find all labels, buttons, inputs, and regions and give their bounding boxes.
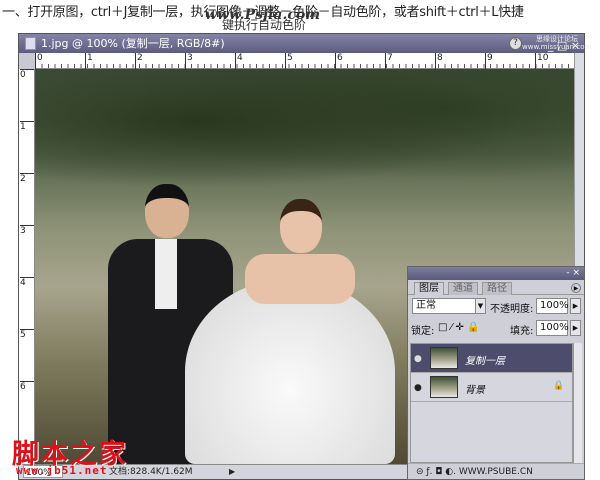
eye-icon[interactable]: ● bbox=[414, 383, 422, 393]
ruler-tick-label: 4 bbox=[20, 277, 34, 288]
opacity-input[interactable]: 100% bbox=[536, 298, 569, 314]
lock-icon: 🔒 bbox=[553, 381, 565, 391]
panel-titlebar[interactable]: - × bbox=[408, 267, 584, 280]
eye-icon[interactable]: ● bbox=[414, 354, 422, 364]
photo-bride bbox=[185, 189, 395, 464]
layer-thumbnail bbox=[430, 347, 458, 369]
ruler-tick-label: 3 bbox=[185, 53, 193, 69]
status-menu-arrow[interactable]: ▶ bbox=[229, 465, 235, 479]
ruler-tick-label: 6 bbox=[20, 381, 34, 392]
ruler-tick-label: 1 bbox=[85, 53, 93, 69]
fill-slider-arrow[interactable]: ▶ bbox=[570, 320, 581, 336]
ruler-horizontal[interactable]: 0 1 2 3 4 5 6 7 8 9 10 bbox=[35, 53, 574, 69]
ruler-tick-label: 9 bbox=[485, 53, 493, 69]
layers-scrollbar[interactable] bbox=[573, 343, 582, 463]
ruler-tick-label: 8 bbox=[435, 53, 443, 69]
ruler-tick-label: 7 bbox=[385, 53, 393, 69]
tab-paths[interactable]: 路径 bbox=[482, 282, 512, 295]
ruler-tick-label: 0 bbox=[35, 53, 43, 69]
ruler-tick-label: 4 bbox=[235, 53, 243, 69]
tab-layers[interactable]: 图层 bbox=[414, 282, 444, 295]
ruler-tick-label: 1 bbox=[20, 121, 34, 132]
ruler-tick-label: 5 bbox=[20, 329, 34, 340]
ruler-tick-label: 10 bbox=[535, 53, 548, 69]
layer-row-background[interactable]: ● 背景 🔒 bbox=[411, 373, 572, 402]
tab-channels[interactable]: 通道 bbox=[448, 282, 478, 295]
fill-label: 填充: bbox=[510, 326, 534, 337]
ruler-vertical[interactable]: 0 1 2 3 4 5 6 bbox=[19, 69, 35, 464]
ruler-tick-label: 5 bbox=[285, 53, 293, 69]
help-icon[interactable]: ? bbox=[509, 37, 522, 50]
ruler-tick-label: 2 bbox=[20, 173, 34, 184]
layer-name: 背景 bbox=[465, 385, 485, 396]
layers-list: ● 复制一层 ● 背景 🔒 bbox=[410, 343, 573, 463]
opacity-slider-arrow[interactable]: ▶ bbox=[570, 298, 581, 314]
panel-footer-buttons[interactable]: ⊝ ƒ. ◘ ◐. WWW.PSUBE.CN bbox=[408, 463, 584, 479]
jb51-url: www.jb51.net bbox=[16, 464, 108, 477]
ruler-tick-label: 0 bbox=[20, 69, 34, 80]
ruler-tick-label: 2 bbox=[135, 53, 143, 69]
ruler-tick-label: 3 bbox=[20, 225, 34, 236]
layer-row-copy[interactable]: ● 复制一层 bbox=[411, 344, 572, 373]
window-title: 1.jpg @ 100% (复制一层, RGB/8#) bbox=[41, 37, 225, 50]
layers-panel: - × 图层 通道 路径 ▶ 正常 ▼ 不透明度: 100% ▶ 锁定: □ ⁄… bbox=[407, 266, 585, 480]
caption-line2: 键执行自动色阶 bbox=[222, 18, 307, 32]
layer-thumbnail bbox=[430, 376, 458, 398]
window-titlebar[interactable]: 1.jpg @ 100% (复制一层, RGB/8#) ? 思缘设计论坛 www… bbox=[19, 34, 591, 53]
panel-menu-icon[interactable]: ▶ bbox=[571, 283, 581, 293]
layer-name: 复制一层 bbox=[465, 356, 505, 367]
opacity-label: 不透明度: bbox=[490, 304, 534, 315]
fill-input[interactable]: 100% bbox=[536, 320, 569, 336]
lock-label: 锁定: bbox=[411, 326, 435, 337]
document-icon bbox=[25, 37, 36, 50]
lock-icons[interactable]: □ ⁄ ✛ 🔒 bbox=[438, 322, 479, 333]
ruler-tick-label: 6 bbox=[335, 53, 343, 69]
chevron-down-icon[interactable]: ▼ bbox=[475, 298, 486, 314]
